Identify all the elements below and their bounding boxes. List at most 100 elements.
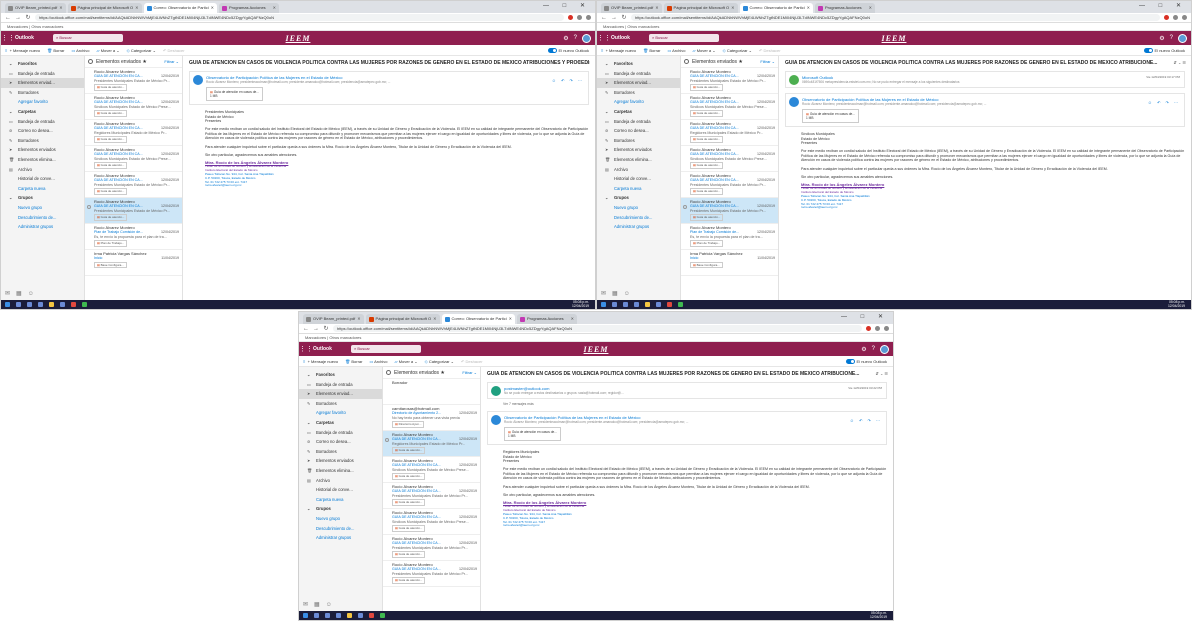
task-view-icon[interactable] [623, 302, 628, 307]
archive-button[interactable]: ▭ Archivo [369, 359, 387, 364]
folder-item[interactable]: Agregar favorito [597, 97, 680, 107]
folder-item[interactable]: Agregar favorito [299, 408, 382, 418]
list-item[interactable]: Rocío Álvarez Montero GUÍA DE ATENCIÓN EN… [85, 94, 182, 120]
folder-item[interactable]: Carpeta nueva [299, 495, 382, 505]
new-outlook-toggle[interactable]: El nuevo Outlook [845, 358, 893, 364]
message-thread-item[interactable]: Observatorio de Participación Política d… [785, 93, 1185, 127]
browser-tab[interactable]: OVIP Beam_printed.pdf ✕ [5, 3, 66, 13]
attachment-chip[interactable]: Guía de atenció... [690, 162, 724, 169]
list-item[interactable]: Rocío Álvarez Montero Plan de Trabajo Com… [681, 224, 778, 250]
outlook-brand[interactable]: Outlook [611, 35, 649, 41]
folder-item[interactable]: Descubrimiento de... [597, 213, 680, 223]
signature-email[interactable]: rocio.alvarez@ieem.org.mx [503, 524, 887, 528]
list-item[interactable]: Rocío Álvarez Montero GUÍA DE ATENCIÓN EN… [383, 483, 480, 509]
bookmarks-bar[interactable]: Marcadores | Otros marcadores [597, 23, 1191, 31]
tab-close-icon[interactable]: ✕ [655, 3, 658, 13]
folder-item[interactable]: Historial de conve... [597, 174, 680, 184]
browser-tab[interactable]: Correo: Observatorio de Partici ✕ [441, 314, 515, 324]
extension-icon[interactable] [1164, 15, 1169, 20]
folder-item[interactable]: ⊘ Correo no desea... [597, 126, 680, 136]
attachment-chip[interactable]: Guía de atenció... [690, 136, 724, 143]
signature-email[interactable]: rocio.alvarez@ieem.org.mx [801, 206, 1185, 210]
avatar[interactable] [1178, 33, 1187, 43]
help-icon[interactable]: ? [574, 35, 577, 41]
subject-tools[interactable]: ⇵ ⌄ ☰ [1173, 60, 1186, 65]
signature-email[interactable]: rocio.alvarez@ieem.org.mx [205, 184, 589, 188]
new-message-button[interactable]: ≡ + Mensaje nuevo [303, 359, 338, 364]
search-input[interactable]: ⌕ Buscar [53, 34, 123, 42]
search-icon[interactable] [16, 302, 21, 307]
attachment-chip[interactable]: Guía de atenció... [392, 525, 426, 532]
people-icon[interactable]: ☺ [326, 602, 338, 608]
folder-item[interactable]: ▤ Archivo [299, 476, 382, 486]
help-icon[interactable]: ? [1170, 35, 1173, 41]
edge-icon[interactable] [38, 302, 43, 307]
mail-icon[interactable]: ✉ [5, 291, 16, 297]
window-controls[interactable]: — □ ✕ [1139, 2, 1187, 9]
browser-tab[interactable]: Correo: Observatorio de Partici ✕ [739, 3, 813, 13]
tab-close-icon[interactable]: ✕ [59, 3, 62, 13]
folder-item[interactable]: Nuevo grupo [299, 514, 382, 524]
attachment-chip[interactable]: Plan de Trabajo... [690, 240, 724, 247]
reply-actions-icon[interactable]: ☺ ↶ ↷ ⋯ [1148, 100, 1180, 105]
task-view-icon[interactable] [325, 613, 330, 618]
attachment-chip[interactable]: Guía de atenció... [690, 188, 724, 195]
avatar[interactable] [880, 344, 889, 354]
reload-icon[interactable]: ↻ [621, 14, 627, 21]
attachment-chip[interactable]: Guía de atenció... [392, 473, 426, 480]
store-icon[interactable] [358, 613, 363, 618]
archive-button[interactable]: ▭ Archivo [71, 48, 89, 53]
window-controls[interactable]: — □ ✕ [543, 2, 591, 9]
browser-tab[interactable]: OVIP Beam_printed.pdf ✕ [601, 3, 662, 13]
chrome-icon[interactable] [71, 302, 76, 307]
profile-icon[interactable] [586, 15, 591, 20]
attachment-chip[interactable]: Guía de atenció... [94, 162, 128, 169]
select-checkbox[interactable] [385, 438, 389, 442]
help-icon[interactable]: ? [872, 346, 875, 352]
filter-button[interactable]: Filtrar ⌄ [760, 59, 778, 64]
tab-close-icon[interactable]: ✕ [807, 3, 810, 13]
search-icon[interactable] [612, 302, 617, 307]
move-to-button[interactable]: ▱ Mover a ⌄ [693, 48, 716, 53]
extension-icon[interactable] [568, 15, 573, 20]
list-item[interactable]: Rocío Álvarez Montero GUÍA DE ATENCIÓN EN… [681, 198, 778, 224]
folder-item[interactable]: Historial de conve... [299, 485, 382, 495]
window-controls[interactable]: — □ ✕ [841, 313, 889, 320]
list-item[interactable]: Rocío Álvarez Montero GUÍA DE ATENCIÓN EN… [681, 146, 778, 172]
folder-item[interactable]: ▭ Bandeja de entrada [1, 117, 84, 127]
folder-item[interactable]: Agregar favorito [1, 97, 84, 107]
folder-item[interactable]: ➤ Elementos enviados [597, 145, 680, 155]
calendar-icon[interactable]: ▦ [16, 291, 28, 297]
folder-item[interactable]: Carpeta nueva [597, 184, 680, 194]
store-icon[interactable] [60, 302, 65, 307]
folder-item[interactable]: ▤ Archivo [597, 165, 680, 175]
tab-close-icon[interactable]: ✕ [273, 3, 276, 13]
browser-tab[interactable]: Programas Acciones ✕ [517, 314, 577, 324]
new-outlook-toggle[interactable]: El nuevo Outlook [1143, 47, 1191, 53]
browser-tab[interactable]: Programas Acciones ✕ [815, 3, 875, 13]
back-icon[interactable]: ← [5, 15, 11, 21]
edge-icon[interactable] [336, 613, 341, 618]
profile-icon[interactable] [1182, 15, 1187, 20]
move-to-button[interactable]: ▱ Mover a ⌄ [97, 48, 120, 53]
calendar-icon[interactable]: ▦ [314, 602, 326, 608]
folder-item[interactable]: Descubrimiento de... [1, 213, 84, 223]
folder-item[interactable]: ⌄ Favoritos [299, 370, 382, 380]
list-item[interactable]: Rocío Álvarez Montero GUÍA DE ATENCIÓN EN… [681, 172, 778, 198]
tab-close-icon[interactable]: ✕ [571, 314, 574, 324]
list-item[interactable]: Rocío Álvarez Montero GUÍA DE ATENCIÓN EN… [85, 172, 182, 198]
forward-icon[interactable]: → [611, 15, 617, 21]
outlook-brand[interactable]: Outlook [313, 346, 351, 352]
avatar[interactable] [582, 33, 591, 43]
reply-actions-icon[interactable]: ☺ ↶ ↷ ⋯ [552, 78, 584, 83]
filter-button[interactable]: Filtrar ⌄ [462, 370, 480, 375]
folder-item[interactable]: Historial de conve... [1, 174, 84, 184]
folder-item[interactable]: ▭ Bandeja de entrada [597, 117, 680, 127]
undo-button[interactable]: ↶ Deshacer [163, 48, 185, 53]
folder-item[interactable]: ⊘ Correo no desea... [299, 437, 382, 447]
new-message-button[interactable]: ≡ + Mensaje nuevo [601, 48, 636, 53]
app-launcher-icon[interactable]: ⋮⋮ [597, 34, 611, 42]
search-input[interactable]: ⌕ Buscar [649, 34, 719, 42]
folder-item[interactable]: ⌄ Carpetas [597, 107, 680, 117]
taskbar-clock[interactable]: 05:08 p.m. 12/04/2019 [1168, 300, 1191, 308]
